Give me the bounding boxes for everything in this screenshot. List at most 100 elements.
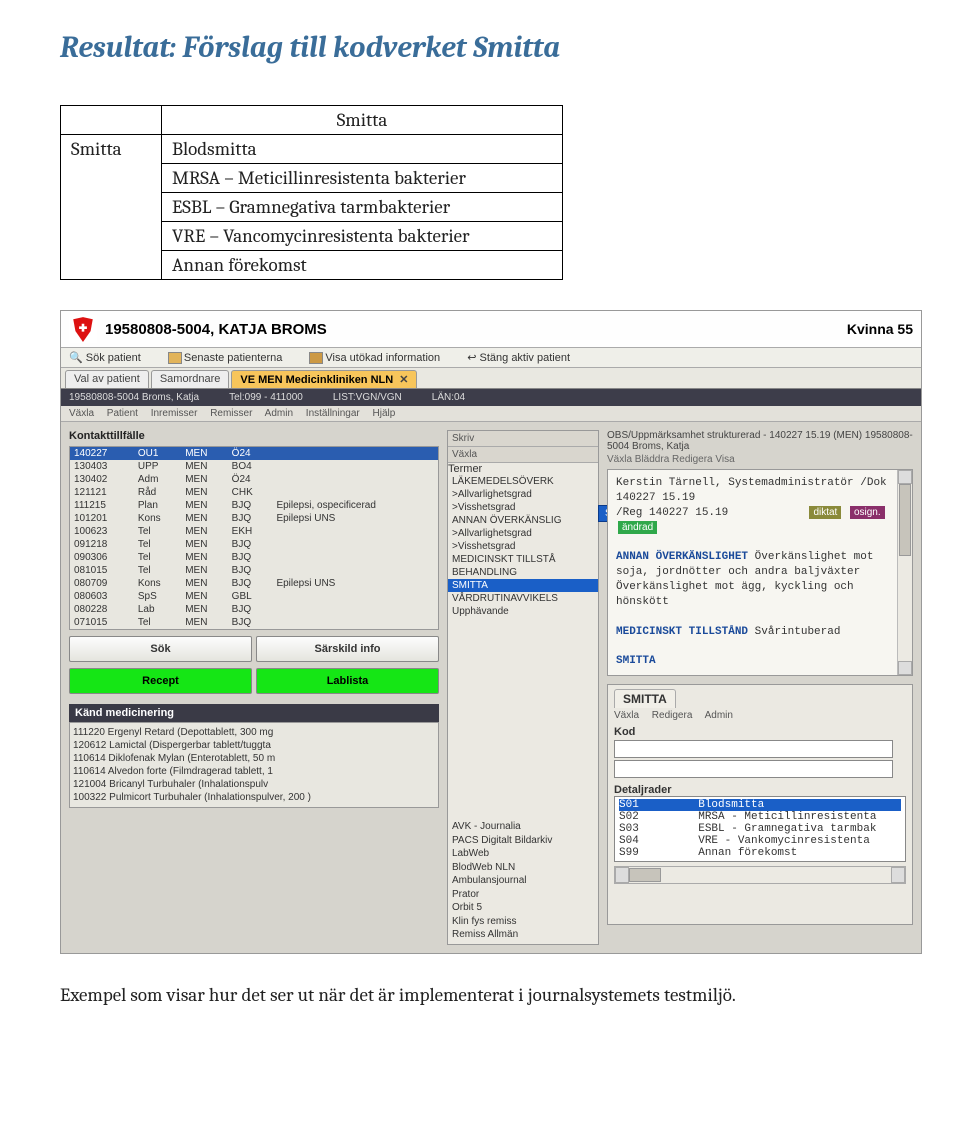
codetable-empty [61, 106, 162, 135]
detalj-row[interactable]: S02 MRSA - Meticillinresistenta [619, 811, 901, 823]
close-tab-icon[interactable]: ✕ [399, 374, 408, 386]
external-link-item[interactable]: PACS Digitalt Bildarkiv [452, 834, 594, 848]
external-link-item[interactable]: Ambulansjournal [452, 874, 594, 888]
search-patient-button[interactable]: 🔍 Sök patient [69, 352, 153, 364]
recept-button[interactable]: Recept [69, 668, 252, 694]
lablista-button[interactable]: Lablista [256, 668, 439, 694]
tab-samordnare[interactable]: Samordnare [151, 370, 230, 388]
smitta-menu-redigera[interactable]: Redigera [652, 710, 693, 721]
scroll-up-icon[interactable] [898, 470, 912, 484]
main-toolbar: 🔍 Sök patient Senaste patienterna Visa u… [61, 348, 921, 368]
external-links-list[interactable]: AVK - JournaliaPACS Digitalt BildarkivLa… [448, 818, 598, 944]
smitta-menu-admin[interactable]: Admin [705, 710, 733, 721]
terms-menu-skriv[interactable]: Skriv [448, 431, 598, 447]
medication-line: 110614 Alvedon forte (Filmdragerad table… [73, 765, 435, 778]
sarskild-info-button[interactable]: Särskild info [256, 636, 439, 662]
obs-title: OBS/Uppmärksamhet strukturerad - 140227 … [607, 430, 913, 452]
contact-row[interactable]: 090306TelMENBJQ [70, 551, 439, 564]
smitta-panel-tab[interactable]: SMITTA [614, 689, 676, 708]
tab-ve-men[interactable]: VE MEN Medicinkliniken NLN✕ [231, 370, 417, 388]
recent-patients-button[interactable]: Senaste patienterna [168, 352, 294, 364]
codetable-header: Smitta [162, 106, 563, 135]
contact-row[interactable]: 100623TelMENEKH [70, 525, 439, 538]
external-link-item[interactable]: BlodWeb NLN [452, 861, 594, 875]
term-item[interactable]: MEDICINSKT TILLSTÅ [448, 553, 598, 566]
term-item[interactable]: VÅRDRUTINAVVIKELS [448, 592, 598, 605]
term-item[interactable]: Upphävande [448, 605, 598, 618]
menu-installningar[interactable]: Inställningar [306, 408, 360, 419]
contact-row[interactable]: 080228LabMENBJQ [70, 603, 439, 616]
menu-remisser[interactable]: Remisser [210, 408, 252, 419]
obs-menu[interactable]: Växla Bläddra Redigera Visa [607, 454, 913, 465]
external-link-item[interactable]: Klin fys remiss [452, 915, 594, 929]
scroll-hthumb[interactable] [629, 868, 661, 882]
section-annan-title: ANNAN ÖVERKÄNSLIGHET [616, 551, 748, 563]
contact-row[interactable]: 091218TelMENBJQ [70, 538, 439, 551]
external-link-item[interactable]: Prator [452, 888, 594, 902]
detalj-row[interactable]: S01 Blodsmitta [619, 799, 901, 811]
app-logo-icon [69, 315, 97, 343]
external-link-item[interactable]: Orbit 5 [452, 901, 594, 915]
menu-inremisser[interactable]: Inremisser [151, 408, 198, 419]
scroll-down-icon[interactable] [898, 661, 912, 675]
term-item[interactable]: >Visshetsgrad [448, 540, 598, 553]
sok-button[interactable]: Sök [69, 636, 252, 662]
external-link-item[interactable]: LabWeb [452, 847, 594, 861]
close-patient-button[interactable]: ↩ Stäng aktiv patient [467, 352, 582, 364]
terms-list[interactable]: LÄKEMEDELSÖVERK>Allvarlighetsgrad>Visshe… [448, 475, 598, 618]
menu-hjalp[interactable]: Hjälp [373, 408, 396, 419]
contact-row[interactable]: 111215PlanMENBJQEpilepsi, ospecificerad [70, 499, 439, 512]
obs-scrollbar[interactable] [897, 470, 912, 675]
kod-label: Kod [614, 726, 906, 738]
menu-vaxla[interactable]: Växla [69, 408, 94, 419]
term-item[interactable]: >Allvarlighetsgrad [448, 527, 598, 540]
detalj-row[interactable]: S99 Annan förekomst [619, 847, 901, 859]
tab-bar: Val av patient Samordnare VE MEN Medicin… [61, 368, 921, 389]
term-item[interactable]: LÄKEMEDELSÖVERK [448, 475, 598, 488]
tab-val-av-patient[interactable]: Val av patient [65, 370, 149, 388]
external-link-item[interactable]: AVK - Journalia [452, 820, 594, 834]
detaljrader-list[interactable]: S01 BlodsmittaS02 MRSA - Meticillinresis… [614, 796, 906, 862]
scroll-right-icon[interactable] [891, 867, 905, 883]
caption: Exempel som visar hur det ser ut när det… [60, 984, 920, 1006]
detalj-row[interactable]: S03 ESBL - Gramnegativa tarmbak [619, 823, 901, 835]
medication-line: 121004 Bricanyl Turbuhaler (Inhalationsp… [73, 778, 435, 791]
contact-row[interactable]: 081015TelMENBJQ [70, 564, 439, 577]
smitta-menu-vaxla[interactable]: Växla [614, 710, 639, 721]
code-table: Smitta Smitta Blodsmitta MRSA – Meticill… [60, 105, 563, 280]
status-bar: 19580808-5004 Broms, Katja Tel:099 - 411… [61, 389, 921, 406]
contact-row[interactable]: 071015TelMENBJQ [70, 616, 439, 630]
term-item[interactable]: BEHANDLING [448, 566, 598, 579]
term-item[interactable]: ANNAN ÖVERKÄNSLIG [448, 514, 598, 527]
medication-line: 111220 Ergenyl Retard (Depottablett, 300… [73, 726, 435, 739]
contact-row[interactable]: 140227OU1MENÖ24 [70, 447, 439, 461]
menu-admin[interactable]: Admin [265, 408, 293, 419]
term-item[interactable]: >Allvarlighetsgrad [448, 488, 598, 501]
patient-info: Kvinna 55 [847, 321, 913, 337]
terms-menu-vaxla[interactable]: Växla [448, 447, 598, 463]
detalj-hscrollbar[interactable] [614, 866, 906, 884]
medication-line: 110614 Diklofenak Mylan (Enterotablett, … [73, 752, 435, 765]
scroll-thumb[interactable] [899, 484, 911, 556]
contact-row[interactable]: 121121RådMENCHK [70, 486, 439, 499]
badge-andrad: ändrad [618, 521, 657, 535]
menu-patient[interactable]: Patient [107, 408, 138, 419]
kod-input-2[interactable] [614, 760, 893, 778]
scroll-left-icon[interactable] [615, 867, 629, 883]
show-extended-button[interactable]: Visa utökad information [309, 352, 452, 364]
term-item[interactable]: SMITTA [448, 579, 598, 592]
contact-table[interactable]: 140227OU1MENÖ24130403UPPMENBO4130402AdmM… [69, 446, 439, 630]
contact-row[interactable]: 080603SpSMENGBL [70, 590, 439, 603]
kod-input-1[interactable] [614, 740, 893, 758]
detalj-row[interactable]: S04 VRE - Vankomycinresistenta [619, 835, 901, 847]
contact-row[interactable]: 080709KonsMENBJQEpilepsi UNS [70, 577, 439, 590]
contact-title: Kontakttillfälle [69, 430, 439, 442]
contact-row[interactable]: 101201KonsMENBJQEpilepsi UNS [70, 512, 439, 525]
section-smitta-title: SMITTA [616, 655, 656, 667]
codetable-row: Annan förekomst [162, 251, 563, 280]
contact-row[interactable]: 130403UPPMENBO4 [70, 460, 439, 473]
external-link-item[interactable]: Remiss Allmän [452, 928, 594, 942]
section-medicinskt-body: Svårintuberad [755, 626, 841, 638]
contact-row[interactable]: 130402AdmMENÖ24 [70, 473, 439, 486]
term-item[interactable]: >Visshetsgrad [448, 501, 598, 514]
